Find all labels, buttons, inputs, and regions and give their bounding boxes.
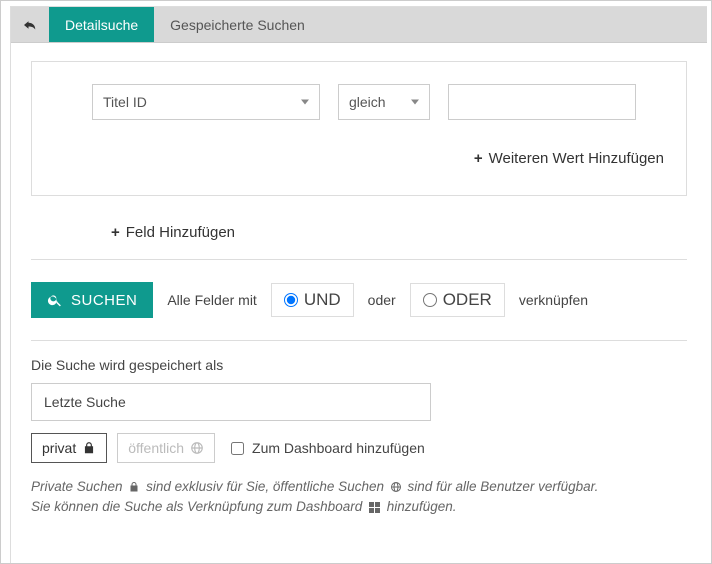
panel: Detailsuche Gespeicherte Suchen Titel ID… [10,6,707,563]
dashboard-checkbox-input[interactable] [231,442,244,455]
tab-gespeicherte-suchen[interactable]: Gespeicherte Suchen [154,7,321,42]
criteria-row: Titel ID gleich [92,84,664,120]
info-l2a: Sie können die Suche als Verknüpfung zum… [31,499,362,514]
public-button[interactable]: öffentlich [117,433,215,463]
chevron-down-icon [411,100,419,105]
add-field-label: Feld Hinzufügen [126,224,235,241]
add-value-label: Weiteren Wert Hinzufügen [489,150,664,167]
dashboard-icon [369,502,380,513]
lock-icon [128,481,140,493]
app-window: Detailsuche Gespeicherte Suchen Titel ID… [0,0,712,564]
save-name-input[interactable] [31,383,431,421]
public-label: öffentlich [128,440,184,456]
radio-or-input[interactable] [423,293,437,307]
radio-or[interactable]: ODER [410,283,505,317]
add-value-button[interactable]: + Weiteren Wert Hinzufügen [92,150,664,167]
plus-icon: + [474,150,483,167]
dashboard-checkbox[interactable]: Zum Dashboard hinzufügen [231,440,425,456]
visibility-row: privat öffentlich Zum Dashboard hinzufüg… [31,433,687,463]
info-l1c: sind für alle Benutzer verfügbar. [408,479,599,494]
info-l2b: hinzufügen. [387,499,457,514]
radio-and[interactable]: UND [271,283,354,317]
search-button[interactable]: SUCHEN [31,282,153,318]
chevron-down-icon [301,100,309,105]
back-arrow-icon [21,16,39,34]
globe-icon [390,481,402,493]
radio-and-input[interactable] [284,293,298,307]
radio-or-label: ODER [443,290,492,310]
back-button[interactable] [11,7,49,42]
radio-and-label: UND [304,290,341,310]
info-text: Private Suchen sind exklusiv für Sie, öf… [31,477,687,518]
content-area: Titel ID gleich + Weiteren Wert Hinzufüge… [11,43,707,518]
operator-dropdown-value: gleich [349,94,386,110]
lock-icon [82,441,96,455]
private-label: privat [42,440,76,456]
globe-icon [190,441,204,455]
field-dropdown[interactable]: Titel ID [92,84,320,120]
combine-suffix: verknüpfen [519,292,588,308]
search-icon [47,292,63,308]
info-l1b: sind exklusiv für Sie, öffentliche Suche… [146,479,384,494]
search-button-label: SUCHEN [71,292,137,309]
operator-dropdown[interactable]: gleich [338,84,430,120]
search-bar-row: SUCHEN Alle Felder mit UND oder ODER ver… [31,260,687,340]
dashboard-checkbox-label: Zum Dashboard hinzufügen [252,440,425,456]
criteria-box: Titel ID gleich + Weiteren Wert Hinzufüge… [31,61,687,196]
save-heading: Die Suche wird gespeichert als [31,357,687,373]
save-section: Die Suche wird gespeichert als privat öf… [31,341,687,518]
value-input[interactable] [448,84,636,120]
combine-prefix: Alle Felder mit [167,292,256,308]
private-button[interactable]: privat [31,433,107,463]
tab-bar: Detailsuche Gespeicherte Suchen [11,7,707,43]
info-l1a: Private Suchen [31,479,123,494]
add-field-button[interactable]: + Feld Hinzufügen [111,224,687,241]
tab-detailsuche[interactable]: Detailsuche [49,7,154,42]
combine-middle: oder [368,292,396,308]
field-dropdown-value: Titel ID [103,94,147,110]
plus-icon: + [111,224,120,241]
